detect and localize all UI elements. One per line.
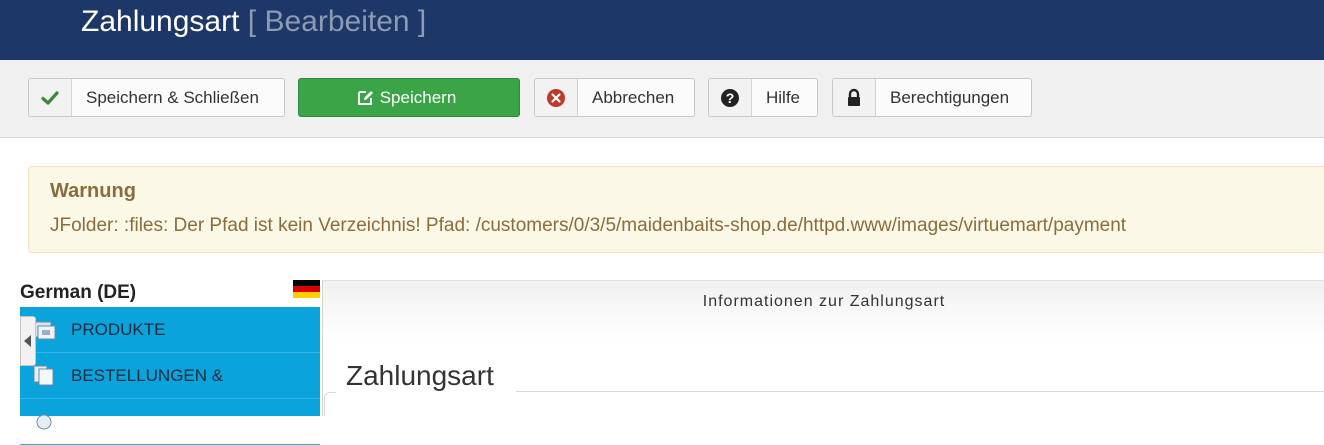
fieldset-border <box>324 392 336 416</box>
page-title-mode: [ Bearbeiten ] <box>247 5 427 38</box>
question-icon: ? <box>709 79 752 116</box>
section-title: Zahlungsart <box>346 360 508 392</box>
edit-icon <box>356 79 374 116</box>
sidebar-item-label: BESTELLUNGEN & <box>71 365 224 385</box>
save-label: Speichern <box>379 87 457 107</box>
cancel-circle-icon <box>535 79 578 116</box>
save-close-label: Speichern & Schließen <box>86 87 259 107</box>
panel-title: Informationen zur Zahlungsart <box>702 293 946 310</box>
cancel-button[interactable]: Abbrechen <box>534 78 695 117</box>
sidebar-menu: PRODUKTE BESTELLUNGEN & <box>20 307 320 445</box>
sidebar-item-settings[interactable] <box>20 399 320 445</box>
permissions-label: Berechtigungen <box>890 87 1010 107</box>
sidebar-item-orders[interactable]: BESTELLUNGEN & <box>20 353 320 399</box>
alert-heading: Warnung <box>50 180 136 202</box>
lock-icon <box>833 79 876 116</box>
sidebar-item-products[interactable]: PRODUKTE <box>20 307 320 353</box>
page-title-text: Zahlungsart <box>81 5 240 38</box>
check-icon <box>29 79 72 116</box>
page-header: Zahlungsart [ Bearbeiten ] <box>0 0 1324 60</box>
content-panel: Informationen zur Zahlungsart <box>322 280 1324 416</box>
warning-alert: Warnung JFolder: :files: Der Pfad ist ke… <box>28 166 1324 253</box>
section-divider <box>516 391 1324 392</box>
orders-icon <box>32 364 56 386</box>
permissions-button[interactable]: Berechtigungen <box>832 78 1032 117</box>
sidebar-collapse-handle[interactable] <box>20 316 36 366</box>
save-close-button[interactable]: Speichern & Schließen <box>28 78 285 117</box>
save-button[interactable]: Speichern <box>298 78 520 117</box>
sidebar-item-label: PRODUKTE <box>71 319 166 339</box>
settings-icon <box>32 410 56 432</box>
help-label: Hilfe <box>766 87 801 107</box>
svg-text:?: ? <box>726 90 735 106</box>
chevron-left-icon <box>24 335 31 347</box>
german-flag-icon[interactable] <box>293 280 320 298</box>
language-label: German (DE) <box>20 282 137 303</box>
toolbar: Speichern & Schließen Speichern Abbreche… <box>0 60 1324 138</box>
alert-message: JFolder: :files: Der Pfad ist kein Verze… <box>50 215 1127 236</box>
cancel-label: Abbrechen <box>592 87 675 107</box>
help-button[interactable]: ? Hilfe <box>708 78 818 117</box>
page-title: Zahlungsart [ Bearbeiten ] <box>81 2 426 42</box>
